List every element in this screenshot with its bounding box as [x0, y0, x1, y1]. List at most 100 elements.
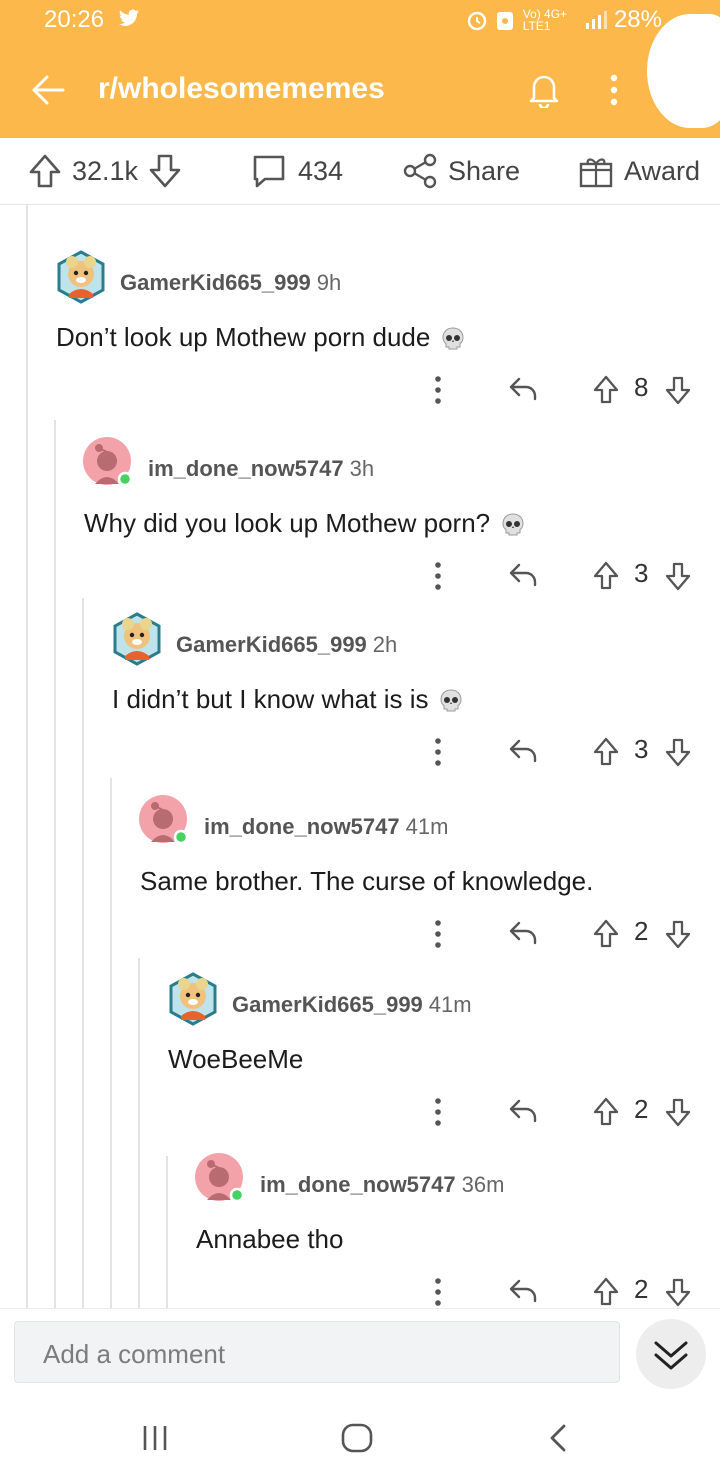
- upvote-icon[interactable]: [592, 1276, 620, 1308]
- comment-text: WoeBeeMe: [168, 1044, 304, 1074]
- comment-body: Why did you look up Mothew porn?: [84, 508, 526, 539]
- add-comment-input[interactable]: Add a comment: [14, 1321, 620, 1383]
- more-options-icon[interactable]: [430, 736, 446, 768]
- user-avatar[interactable]: [194, 1152, 248, 1206]
- recent-apps-icon[interactable]: [140, 1424, 170, 1452]
- upvote-icon[interactable]: [592, 560, 620, 592]
- upvote-icon[interactable]: [592, 1096, 620, 1128]
- comments-button[interactable]: 434: [250, 138, 343, 204]
- alarm-icon: [467, 11, 487, 31]
- comment-header: im_done_now5747 36m: [260, 1172, 504, 1198]
- more-options-icon[interactable]: [430, 918, 446, 950]
- reply-icon[interactable]: [508, 920, 538, 946]
- subreddit-title[interactable]: r/wholesomememes: [98, 72, 385, 106]
- reply-icon[interactable]: [508, 376, 538, 402]
- comment-score: 8: [634, 372, 649, 402]
- comment-body: Annabee tho: [196, 1224, 343, 1255]
- reply-icon[interactable]: [508, 1278, 538, 1304]
- back-nav-icon[interactable]: [546, 1422, 570, 1454]
- comment-count: 434: [298, 155, 344, 186]
- username[interactable]: im_done_now5747: [204, 814, 400, 839]
- comment-age: 36m: [461, 1172, 505, 1197]
- username[interactable]: GamerKid665_999: [176, 632, 367, 657]
- status-time: 20:26: [44, 6, 105, 33]
- comment-actions: 3: [430, 732, 700, 772]
- comment-actions: 3: [430, 556, 700, 596]
- skull-emoji-icon: [442, 327, 464, 350]
- comment-bubble-icon: [253, 155, 285, 188]
- double-chevron-down-icon: [654, 1341, 688, 1370]
- user-avatar[interactable]: [54, 250, 108, 304]
- thread-line[interactable]: [26, 204, 28, 1308]
- comment-actions: 2: [430, 1092, 700, 1132]
- username[interactable]: im_done_now5747: [260, 1172, 456, 1197]
- network-label: Vo) 4G+ LTE1: [522, 7, 568, 33]
- comment-age: 9h: [316, 270, 342, 295]
- comment-text: Same brother. The curse of knowledge.: [140, 866, 594, 896]
- more-options-icon[interactable]: [430, 374, 446, 406]
- thread-line[interactable]: [110, 778, 112, 1308]
- upvote-icon[interactable]: [592, 374, 620, 406]
- thread-line[interactable]: [54, 420, 56, 1308]
- status-icons: Vo) 4G+ LTE1: [466, 8, 612, 32]
- user-avatar[interactable]: [138, 794, 192, 848]
- more-options-icon[interactable]: [430, 1096, 446, 1128]
- system-nav-bar: [0, 1398, 720, 1478]
- username[interactable]: im_done_now5747: [148, 456, 344, 481]
- comment-header: GamerKid665_999 2h: [176, 632, 397, 658]
- upvote-icon[interactable]: [28, 153, 62, 189]
- collapse-threads-button[interactable]: [636, 1319, 706, 1389]
- user-avatar[interactable]: [82, 436, 136, 490]
- more-options-icon[interactable]: [430, 1276, 446, 1308]
- comment-header: GamerKid665_999 41m: [232, 992, 472, 1018]
- comment-body: Same brother. The curse of knowledge.: [140, 866, 593, 897]
- post-vote-control: 32.1k: [28, 138, 182, 204]
- downvote-icon[interactable]: [664, 560, 692, 592]
- comment-score: 2: [634, 1094, 649, 1124]
- overflow-menu-icon[interactable]: [606, 72, 622, 108]
- lock-icon: [497, 12, 514, 30]
- thread-line[interactable]: [138, 958, 140, 1308]
- share-label: Share: [448, 155, 521, 186]
- downvote-icon[interactable]: [664, 1276, 692, 1308]
- comment-score: 2: [634, 916, 649, 946]
- reply-icon[interactable]: [508, 562, 538, 588]
- thread-line[interactable]: [82, 598, 84, 1308]
- upvote-icon[interactable]: [592, 918, 620, 950]
- app-header: 20:26 Vo) 4G+ LTE1 28% r/wholesomememes: [0, 0, 720, 138]
- username[interactable]: GamerKid665_999: [120, 270, 311, 295]
- downvote-icon[interactable]: [664, 918, 692, 950]
- more-options-icon[interactable]: [430, 560, 446, 592]
- thread-line[interactable]: [166, 1156, 168, 1308]
- comment-text: Don’t look up Mothew porn dude: [56, 322, 431, 352]
- downvote-icon[interactable]: [664, 736, 692, 768]
- comment-header: im_done_now5747 3h: [148, 456, 374, 482]
- comment-body: I didn’t but I know what is is: [112, 684, 464, 715]
- reply-icon[interactable]: [508, 738, 538, 764]
- back-arrow-icon[interactable]: [30, 72, 66, 108]
- downvote-icon[interactable]: [664, 374, 692, 406]
- reply-icon[interactable]: [508, 1098, 538, 1124]
- username[interactable]: GamerKid665_999: [232, 992, 423, 1017]
- comment-age: 2h: [372, 632, 398, 657]
- gift-icon: [579, 158, 613, 188]
- comment-actions: 2: [430, 914, 700, 954]
- downvote-icon[interactable]: [148, 153, 182, 189]
- skull-emoji-icon: [502, 513, 524, 536]
- bell-icon[interactable]: [526, 70, 562, 108]
- comment-age: 3h: [349, 456, 375, 481]
- upvote-icon[interactable]: [592, 736, 620, 768]
- comment-actions: 2: [430, 1272, 700, 1312]
- award-button[interactable]: Award: [578, 138, 700, 204]
- share-button[interactable]: Share: [402, 138, 520, 204]
- comment-body: WoeBeeMe: [168, 1044, 303, 1075]
- skull-emoji-icon: [440, 689, 462, 712]
- user-avatar[interactable]: [110, 612, 164, 666]
- post-action-bar: 32.1k 434 Share Award: [0, 138, 720, 205]
- user-avatar[interactable]: [166, 972, 220, 1026]
- comment-score: 3: [634, 734, 649, 764]
- comment-text: Annabee tho: [196, 1224, 344, 1254]
- downvote-icon[interactable]: [664, 1096, 692, 1128]
- comment-text: I didn’t but I know what is is: [112, 684, 429, 714]
- home-icon[interactable]: [340, 1422, 374, 1454]
